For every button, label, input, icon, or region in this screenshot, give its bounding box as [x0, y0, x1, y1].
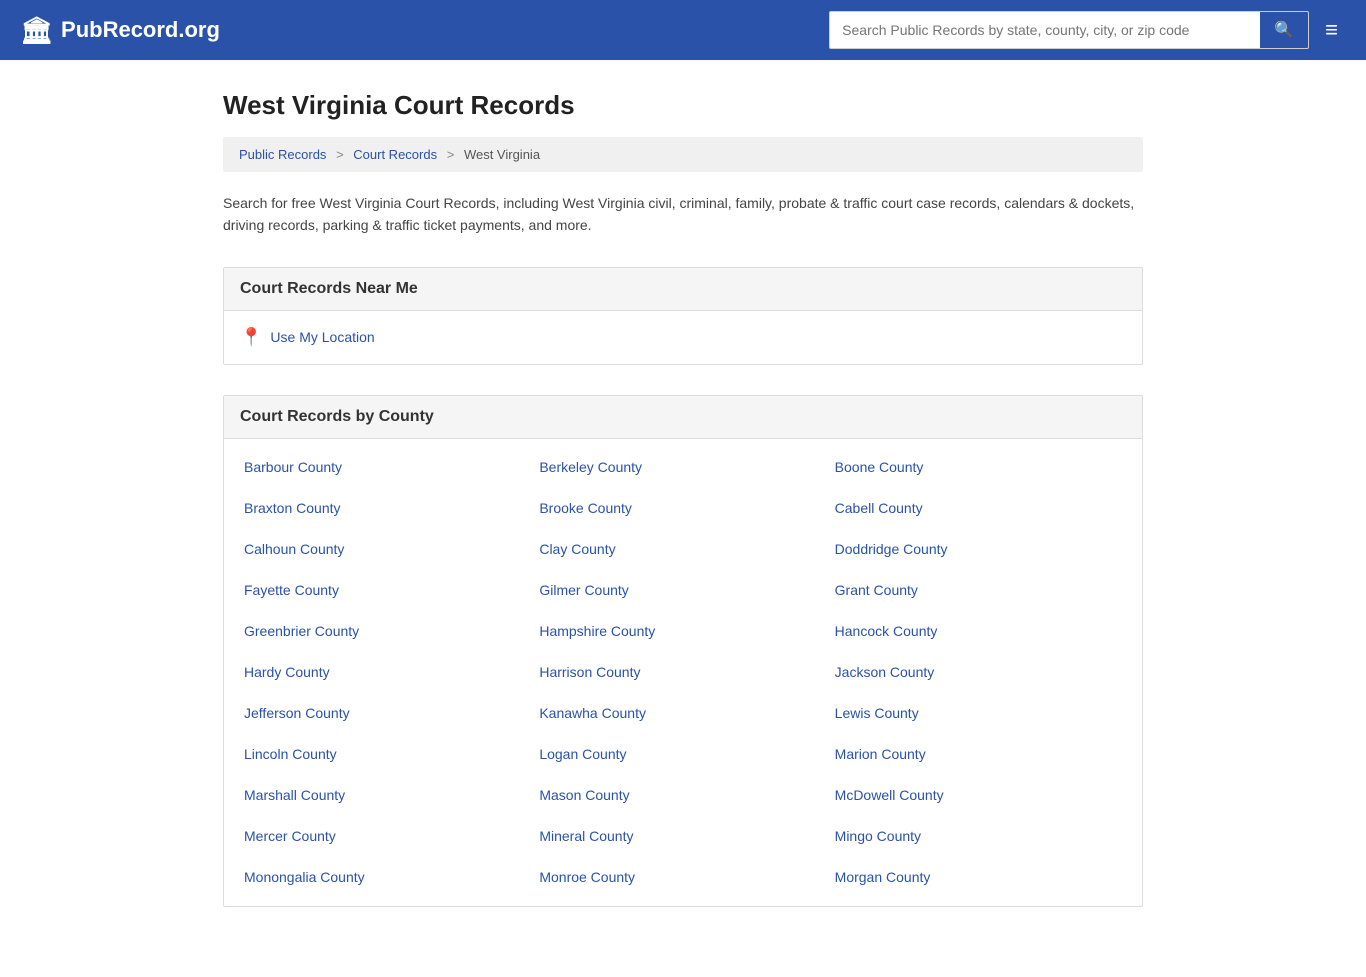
- search-bar: 🔍: [829, 11, 1309, 49]
- county-link[interactable]: Monongalia County: [240, 857, 535, 898]
- county-link[interactable]: Marshall County: [240, 775, 535, 816]
- main-content: West Virginia Court Records Public Recor…: [203, 60, 1163, 977]
- county-link[interactable]: Grant County: [831, 570, 1126, 611]
- county-link[interactable]: Mingo County: [831, 816, 1126, 857]
- county-link[interactable]: Jackson County: [831, 652, 1126, 693]
- county-grid: Barbour CountyBerkeley CountyBoone Count…: [224, 439, 1142, 906]
- county-link[interactable]: Morgan County: [831, 857, 1126, 898]
- by-county-section: Court Records by County Barbour CountyBe…: [223, 395, 1143, 907]
- county-link[interactable]: Fayette County: [240, 570, 535, 611]
- breadcrumb-sep-2: >: [447, 147, 455, 162]
- county-link[interactable]: Hancock County: [831, 611, 1126, 652]
- menu-button[interactable]: ≡: [1317, 15, 1346, 45]
- site-header: 🏛 PubRecord.org 🔍 ≡: [0, 0, 1366, 60]
- county-link[interactable]: Berkeley County: [535, 447, 830, 488]
- page-title: West Virginia Court Records: [223, 90, 1143, 121]
- use-location-label: Use My Location: [270, 329, 374, 345]
- breadcrumb-public-records[interactable]: Public Records: [239, 147, 326, 162]
- county-link[interactable]: Brooke County: [535, 488, 830, 529]
- county-link[interactable]: Hardy County: [240, 652, 535, 693]
- breadcrumb: Public Records > Court Records > West Vi…: [223, 137, 1143, 172]
- breadcrumb-court-records[interactable]: Court Records: [353, 147, 437, 162]
- county-link[interactable]: Braxton County: [240, 488, 535, 529]
- site-logo[interactable]: 🏛 PubRecord.org: [20, 15, 220, 46]
- building-icon: 🏛: [20, 15, 53, 46]
- menu-icon: ≡: [1325, 17, 1338, 42]
- header-right: 🔍 ≡: [829, 11, 1346, 49]
- location-icon: 📍: [240, 327, 262, 348]
- county-link[interactable]: Lincoln County: [240, 734, 535, 775]
- near-me-header: Court Records Near Me: [224, 268, 1142, 311]
- county-link[interactable]: Jefferson County: [240, 693, 535, 734]
- county-link[interactable]: Mercer County: [240, 816, 535, 857]
- county-link[interactable]: Hampshire County: [535, 611, 830, 652]
- county-link[interactable]: Clay County: [535, 529, 830, 570]
- county-link[interactable]: Boone County: [831, 447, 1126, 488]
- county-link[interactable]: Greenbrier County: [240, 611, 535, 652]
- near-me-body: 📍 Use My Location: [224, 311, 1142, 364]
- county-link[interactable]: Calhoun County: [240, 529, 535, 570]
- county-link[interactable]: Mineral County: [535, 816, 830, 857]
- county-link[interactable]: Gilmer County: [535, 570, 830, 611]
- use-location-link[interactable]: 📍 Use My Location: [240, 327, 1126, 348]
- breadcrumb-sep-1: >: [336, 147, 344, 162]
- county-link[interactable]: Cabell County: [831, 488, 1126, 529]
- breadcrumb-current: West Virginia: [464, 147, 540, 162]
- page-description: Search for free West Virginia Court Reco…: [223, 192, 1143, 237]
- county-link[interactable]: Doddridge County: [831, 529, 1126, 570]
- county-link[interactable]: Logan County: [535, 734, 830, 775]
- county-link[interactable]: Kanawha County: [535, 693, 830, 734]
- search-button[interactable]: 🔍: [1260, 12, 1308, 48]
- county-link[interactable]: Barbour County: [240, 447, 535, 488]
- county-link[interactable]: Mason County: [535, 775, 830, 816]
- county-link[interactable]: Monroe County: [535, 857, 830, 898]
- logo-text: PubRecord.org: [61, 17, 220, 43]
- county-link[interactable]: Harrison County: [535, 652, 830, 693]
- county-link[interactable]: Lewis County: [831, 693, 1126, 734]
- by-county-header: Court Records by County: [224, 396, 1142, 439]
- near-me-section: Court Records Near Me 📍 Use My Location: [223, 267, 1143, 365]
- county-link[interactable]: McDowell County: [831, 775, 1126, 816]
- county-link[interactable]: Marion County: [831, 734, 1126, 775]
- search-icon: 🔍: [1274, 22, 1294, 39]
- search-input[interactable]: [830, 14, 1260, 46]
